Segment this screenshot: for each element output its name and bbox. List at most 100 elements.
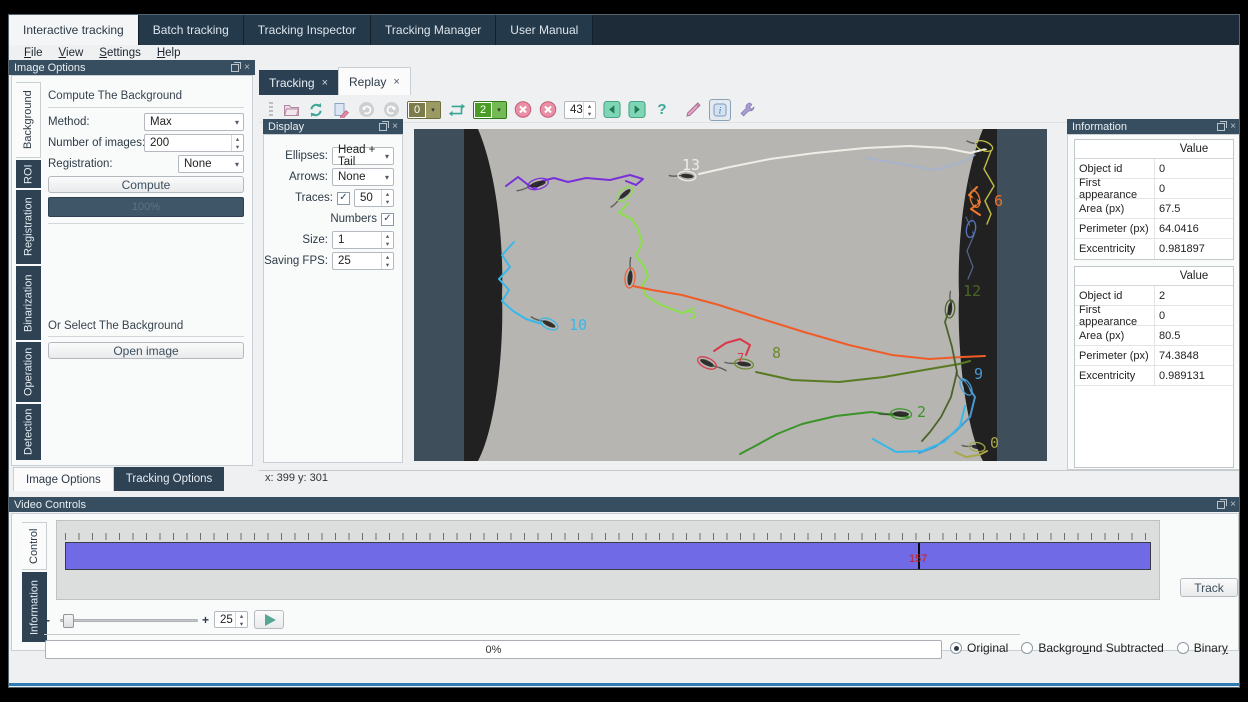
object-a-combo[interactable]: 0 ▾ [407, 101, 441, 119]
tab-batch-tracking[interactable]: Batch tracking [139, 15, 244, 45]
doc-tab-tracking[interactable]: Tracking× [259, 70, 338, 95]
tab-tracking-manager[interactable]: Tracking Manager [371, 15, 496, 45]
sidetab-binarization[interactable]: Binarization [16, 266, 41, 340]
ellipses-combo[interactable]: Head + Tail▾ [332, 147, 394, 165]
spin-up-icon[interactable]: ▴ [382, 253, 393, 261]
sidetab-background[interactable]: Background [16, 82, 41, 158]
row-value: 80.5 [1155, 326, 1233, 345]
spin-down-icon[interactable]: ▾ [232, 143, 243, 151]
annotate-pencil-icon[interactable] [684, 101, 702, 119]
tracking-progressbar: 0% [45, 640, 942, 659]
menu-settings[interactable]: Settings [92, 47, 148, 59]
spin-down-icon[interactable]: ▾ [382, 240, 393, 248]
radio-binary[interactable]: Binary [1177, 641, 1228, 655]
timeline-widget: 157 [56, 520, 1160, 600]
object-b-combo[interactable]: 2 ▾ [473, 101, 507, 119]
information-toggle-icon[interactable]: i [709, 99, 731, 121]
traces-spinbox[interactable]: 50▴▾ [354, 189, 394, 207]
registration-combo[interactable]: None▾ [178, 155, 244, 173]
video-frame[interactable]: 1365107812920 [414, 129, 1047, 461]
arrows-combo[interactable]: None▾ [332, 168, 394, 186]
zoom-in-label[interactable]: + [202, 610, 209, 630]
number-of-images-spinbox[interactable]: 200 ▴▾ [144, 134, 244, 152]
sidetab-operation[interactable]: Operation [16, 342, 41, 402]
settings-wrench-icon[interactable] [738, 101, 756, 119]
open-folder-icon[interactable] [282, 101, 300, 119]
doc-tab-replay[interactable]: Replay× [338, 67, 411, 95]
spin-up-icon[interactable]: ▴ [584, 102, 595, 110]
object-b-value: 2 [474, 102, 492, 118]
tab-tracking-options[interactable]: Tracking Options [114, 467, 225, 491]
menu-file[interactable]: File [17, 47, 50, 59]
previous-occlusion-icon[interactable] [603, 101, 621, 119]
menu-file-rest: ile [31, 47, 43, 59]
left-dock-tabs: Image Options Tracking Options [13, 467, 224, 491]
help-icon[interactable]: ? [653, 101, 671, 119]
toolbar-handle[interactable] [269, 102, 273, 118]
play-button[interactable] [254, 610, 284, 629]
row-label: First appearance [1075, 179, 1155, 198]
next-occlusion-icon[interactable] [628, 101, 646, 119]
radio-original[interactable]: Original [950, 641, 1008, 655]
chevron-down-icon: ▾ [381, 173, 393, 182]
sidetab-detection[interactable]: Detection [16, 404, 41, 460]
close-icon[interactable]: × [322, 77, 328, 89]
refresh-icon[interactable] [307, 101, 325, 119]
spin-up-icon[interactable]: ▴ [382, 232, 393, 240]
tab-interactive-tracking[interactable]: Interactive tracking [9, 15, 139, 45]
information-titlebar: Information × [1067, 119, 1240, 134]
information-dock: Information × Value Object id0 First app… [1067, 119, 1240, 470]
spin-down-icon[interactable]: ▾ [382, 261, 393, 269]
float-icon[interactable] [379, 123, 387, 131]
spin-up-icon[interactable]: ▴ [232, 135, 243, 143]
video-controls-dock: Video Controls × Control Information 157… [9, 497, 1240, 657]
sidetab-information[interactable]: Information [22, 572, 47, 642]
spin-down-icon[interactable]: ▾ [236, 620, 247, 628]
close-icon[interactable]: × [244, 64, 250, 72]
spin-down-icon[interactable]: ▾ [584, 110, 595, 118]
cursor-position-status: x: 399 y: 301 [259, 470, 1240, 484]
menu-settings-mnemonic: S [99, 47, 107, 59]
sidetab-control[interactable]: Control [22, 522, 47, 570]
frame-count-spinbox[interactable]: 43 ▴▾ [564, 101, 596, 119]
menu-view[interactable]: View [52, 47, 91, 59]
size-spinbox[interactable]: 1▴▾ [332, 231, 394, 249]
close-icon[interactable]: × [392, 123, 398, 131]
sidetab-registration[interactable]: Registration [16, 190, 41, 264]
traces-checkbox[interactable]: ✓ [337, 192, 350, 205]
close-icon[interactable]: × [1230, 501, 1236, 509]
saving-fps-spinbox[interactable]: 25▴▾ [332, 252, 394, 270]
swap-loop-icon[interactable] [448, 101, 466, 119]
export-save-icon[interactable] [332, 101, 350, 119]
saving-fps-label: Saving FPS: [264, 255, 328, 267]
close-icon[interactable]: × [1230, 123, 1236, 131]
close-icon[interactable]: × [393, 76, 399, 88]
zoom-out-label[interactable]: - [46, 610, 50, 630]
rate-slider[interactable] [60, 619, 198, 622]
rate-slider-handle[interactable] [63, 614, 74, 628]
table-row: Area (px)80.5 [1075, 326, 1233, 346]
row-value: 0 [1155, 306, 1233, 325]
delete-object-icon[interactable] [514, 101, 532, 119]
tab-user-manual[interactable]: User Manual [496, 15, 593, 45]
float-icon[interactable] [1217, 501, 1225, 509]
float-icon[interactable] [231, 64, 239, 72]
float-icon[interactable] [1217, 123, 1225, 131]
spin-up-icon[interactable]: ▴ [236, 612, 247, 620]
spin-up-icon[interactable]: ▴ [382, 190, 393, 198]
tab-tracking-inspector[interactable]: Tracking Inspector [244, 15, 371, 45]
tab-image-options[interactable]: Image Options [13, 467, 114, 491]
compute-button[interactable]: Compute [48, 176, 244, 193]
method-combo[interactable]: Max▾ [144, 113, 244, 131]
delete-frames-icon[interactable] [539, 101, 557, 119]
numbers-checkbox[interactable]: ✓ [381, 213, 394, 226]
open-image-button[interactable]: Open image [48, 342, 244, 359]
timeline-slider[interactable] [65, 542, 1151, 570]
spin-down-icon[interactable]: ▾ [382, 198, 393, 206]
chevron-down-icon: ▾ [381, 152, 393, 161]
menu-help[interactable]: Help [150, 47, 188, 59]
fps-spinbox[interactable]: 25 ▴▾ [214, 611, 248, 628]
radio-background-subtracted[interactable]: Background Subtracted [1021, 641, 1163, 655]
track-button[interactable]: Track [1180, 578, 1238, 597]
sidetab-roi[interactable]: ROI [16, 160, 41, 188]
